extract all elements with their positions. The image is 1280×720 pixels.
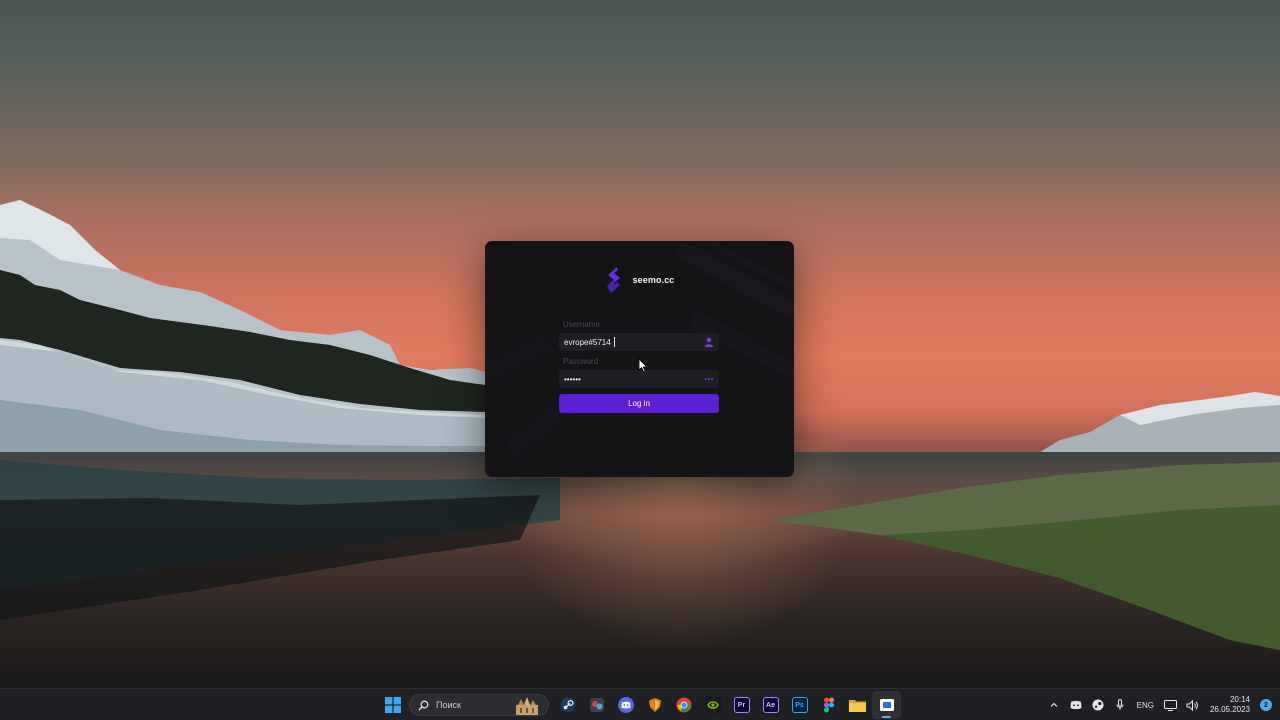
- search-icon: [418, 700, 429, 710]
- tray-discord[interactable]: [1065, 694, 1087, 716]
- search-highlight-icon: [516, 697, 538, 715]
- username-input[interactable]: [559, 333, 719, 351]
- nvidia-icon: [704, 697, 721, 713]
- username-label: Username: [563, 320, 600, 329]
- windows-start-icon: [384, 697, 401, 713]
- show-hidden-icons-button[interactable]: [1043, 694, 1065, 716]
- notification-badge[interactable]: 2: [1260, 699, 1272, 711]
- discord-icon: [617, 697, 634, 713]
- steam-button[interactable]: [553, 691, 582, 719]
- password-label: Password: [563, 357, 599, 366]
- tray-microphone[interactable]: [1109, 694, 1131, 716]
- nvidia-button[interactable]: [698, 691, 727, 719]
- username-field[interactable]: [559, 333, 719, 351]
- volume-icon: [1186, 699, 1199, 711]
- after-effects-icon: Ae: [762, 697, 779, 713]
- tray-steam[interactable]: [1087, 694, 1109, 716]
- active-app-button[interactable]: [872, 691, 901, 719]
- chrome-icon: [676, 697, 691, 713]
- network-icon: [1164, 699, 1178, 711]
- seemo-logo-icon: [606, 267, 620, 293]
- active-app-icon: [879, 699, 894, 711]
- shield-app-button[interactable]: [640, 691, 669, 719]
- login-button[interactable]: Log in: [559, 394, 719, 413]
- taskbar: Поиск Pr Ae Ps ENG 20:14 26.05.2023 2: [0, 688, 1280, 720]
- system-tray: ENG 20:14 26.05.2023 2: [1043, 689, 1280, 720]
- brand-name: seemo.cc: [632, 275, 675, 285]
- game-launcher-icon: [589, 698, 604, 712]
- clock-date: 26.05.2023: [1209, 705, 1250, 714]
- after-effects-button[interactable]: Ae: [756, 691, 785, 719]
- clock-time: 20:14: [1229, 695, 1250, 704]
- search-placeholder: Поиск: [436, 700, 461, 710]
- taskbar-search[interactable]: Поиск: [409, 694, 549, 716]
- taskbar-apps: Поиск Pr Ae Ps: [378, 689, 901, 720]
- photoshop-icon: Ps: [791, 697, 808, 713]
- premiere-pro-icon: Pr: [733, 697, 750, 713]
- figma-icon: [823, 697, 834, 713]
- brand-header: seemo.cc: [485, 267, 794, 293]
- mouse-cursor-icon: [638, 358, 648, 373]
- discord-tray-icon: [1070, 700, 1082, 710]
- shield-app-icon: [648, 698, 661, 712]
- game-launcher-button[interactable]: [582, 691, 611, 719]
- steam-icon: [560, 697, 575, 713]
- steam-tray-icon: [1092, 699, 1104, 711]
- text-caret: [614, 337, 615, 347]
- chrome-button[interactable]: [669, 691, 698, 719]
- discord-button[interactable]: [611, 691, 640, 719]
- input-language-indicator[interactable]: ENG: [1131, 701, 1160, 710]
- chevron-up-icon: [1050, 702, 1058, 707]
- microphone-icon: [1116, 699, 1124, 710]
- clock[interactable]: 20:14 26.05.2023: [1204, 695, 1256, 715]
- tray-volume[interactable]: [1182, 694, 1204, 716]
- password-dots-icon: [705, 378, 713, 380]
- figma-button[interactable]: [814, 691, 843, 719]
- user-icon: [705, 337, 713, 347]
- photoshop-button[interactable]: Ps: [785, 691, 814, 719]
- tray-network[interactable]: [1160, 694, 1182, 716]
- start-button[interactable]: [378, 691, 407, 719]
- file-explorer-icon: [849, 700, 866, 712]
- premiere-pro-button[interactable]: Pr: [727, 691, 756, 719]
- file-explorer-button[interactable]: [843, 691, 872, 719]
